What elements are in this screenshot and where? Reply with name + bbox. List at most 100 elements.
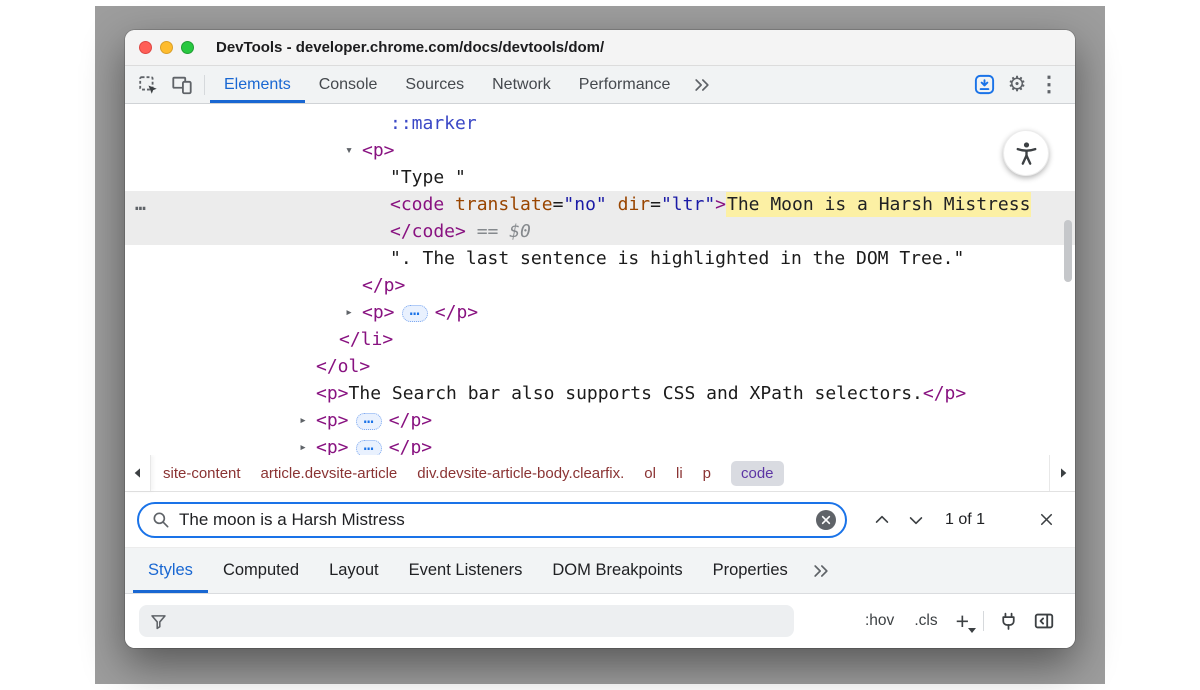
dom-tree-row[interactable]: ▸<p>…</p>	[125, 299, 1075, 326]
dom-tree-row[interactable]: "Type "	[125, 164, 1075, 191]
tab-performance[interactable]: Performance	[565, 66, 685, 103]
dom-token-tag: <code	[390, 194, 444, 215]
sidebar-tab-event-listeners[interactable]: Event Listeners	[394, 548, 538, 593]
dock-side-icon[interactable]	[967, 73, 1001, 96]
sidebar-tab-styles[interactable]: Styles	[133, 548, 208, 593]
styles-filter-bar: :hov .cls +	[125, 594, 1075, 648]
inspect-icon[interactable]	[131, 66, 165, 103]
tab-elements[interactable]: Elements	[210, 66, 305, 103]
dom-token-tag: </p>	[923, 383, 966, 404]
dom-token-tag: </code>	[390, 221, 466, 242]
breadcrumb-item-site-content[interactable]: site-content	[163, 465, 241, 482]
dom-token-tag: </ol>	[316, 356, 370, 377]
chevron-up-icon[interactable]	[865, 503, 899, 537]
clear-circle-icon[interactable]	[816, 510, 836, 530]
more-tabs-chevron-icon[interactable]	[684, 66, 720, 103]
dom-tree-row[interactable]: </ol>	[125, 353, 1075, 380]
minimize-window-button[interactable]	[160, 41, 173, 54]
dom-node-text: <p>…</p>	[125, 407, 1075, 434]
filter-divider	[983, 611, 984, 631]
breadcrumb-item-ol[interactable]: ol	[644, 465, 656, 482]
disclosure-triangle-closed-icon[interactable]: ▸	[294, 434, 312, 455]
dom-token-text: =	[650, 194, 661, 215]
plug-icon[interactable]	[991, 604, 1025, 638]
dom-tree-panel: ::marker▾<p>"Type "…<code translate="no"…	[125, 104, 1075, 455]
toggle-element-state-button[interactable]: :hov	[856, 606, 903, 636]
close-window-button[interactable]	[139, 41, 152, 54]
expand-ellipsis-icon[interactable]: …	[402, 305, 428, 322]
new-style-rule-button[interactable]: +	[949, 611, 976, 631]
dom-tree: ::marker▾<p>"Type "…<code translate="no"…	[125, 110, 1075, 455]
dom-tree-row[interactable]: <p>The Search bar also supports CSS and …	[125, 380, 1075, 407]
chevron-down-icon[interactable]	[899, 503, 933, 537]
dom-token-val: "no"	[563, 194, 606, 215]
dom-node-text: <p>…</p>	[125, 434, 1075, 455]
panel-tabs: ElementsConsoleSourcesNetworkPerformance	[210, 66, 684, 103]
dom-tree-row[interactable]: </p>	[125, 272, 1075, 299]
dom-tree-row[interactable]: </code> == $0	[125, 218, 1075, 245]
styles-filter-field[interactable]	[139, 605, 794, 637]
dom-tree-row[interactable]: </li>	[125, 326, 1075, 353]
disclosure-triangle-closed-icon[interactable]: ▸	[340, 299, 358, 326]
dom-tree-row[interactable]: ::marker	[125, 110, 1075, 137]
sidebar-tab-layout[interactable]: Layout	[314, 548, 394, 593]
dom-token-tag: <p>	[316, 410, 349, 431]
close-icon[interactable]	[1029, 503, 1063, 537]
dom-token-tag: </p>	[435, 302, 478, 323]
dom-node-text: <p>…</p>	[125, 299, 1075, 326]
settings-gear-icon[interactable]: ⚙	[1001, 72, 1033, 97]
styles-filter-input[interactable]	[176, 613, 784, 630]
dom-tree-row[interactable]: …<code translate="no" dir="ltr">The Moon…	[125, 191, 1075, 218]
breadcrumb-item-article-devsite-article[interactable]: article.devsite-article	[261, 465, 398, 482]
sidebar-tab-dom-breakpoints[interactable]: DOM Breakpoints	[537, 548, 697, 593]
element-classes-button[interactable]: .cls	[905, 606, 946, 636]
breadcrumb-item-code[interactable]: code	[731, 461, 784, 486]
scrollbar-thumb[interactable]	[1064, 220, 1072, 282]
dom-token-attr: dir	[607, 194, 650, 215]
chevron-left-icon[interactable]	[125, 455, 151, 491]
expand-ellipsis-icon[interactable]: …	[356, 413, 382, 430]
kebab-menu-icon[interactable]: ⋮	[1033, 72, 1065, 97]
dom-node-text: </li>	[125, 326, 1075, 353]
expand-ellipsis-icon[interactable]: …	[356, 440, 382, 456]
dom-token-tag: </li>	[339, 329, 393, 350]
dom-tree-row[interactable]: ▸<p>…</p>	[125, 434, 1075, 455]
sidebar-more-tabs-chevron-icon[interactable]	[803, 548, 839, 593]
funnel-icon	[149, 612, 168, 631]
dom-token-metaItalic: $0	[509, 221, 531, 242]
devtools-window: DevTools - developer.chrome.com/docs/dev…	[125, 30, 1075, 648]
sidebar-tab-properties[interactable]: Properties	[698, 548, 803, 593]
overflow-dots-icon[interactable]: …	[135, 191, 147, 218]
breadcrumb: site-content article.devsite-article div.d…	[151, 461, 1049, 486]
dom-token-val: "ltr"	[661, 194, 715, 215]
dom-tree-row[interactable]: ▸<p>…</p>	[125, 407, 1075, 434]
zoom-window-button[interactable]	[181, 41, 194, 54]
window-title: DevTools - developer.chrome.com/docs/dev…	[216, 39, 604, 56]
breadcrumb-item-p[interactable]: p	[703, 465, 711, 482]
accessibility-person-icon[interactable]	[1003, 130, 1049, 176]
dom-node-text: </code> == $0	[125, 218, 1075, 245]
dom-node-text: <code translate="no" dir="ltr">The Moon …	[125, 191, 1075, 218]
breadcrumb-item-li[interactable]: li	[676, 465, 683, 482]
search-input[interactable]	[179, 510, 808, 530]
dom-tree-row[interactable]: ▾<p>	[125, 137, 1075, 164]
sidebar-tab-computed[interactable]: Computed	[208, 548, 314, 593]
toolbar-right-icons: ⚙ ⋮	[967, 66, 1075, 103]
dom-token-tag: <p>	[362, 140, 395, 161]
toolbar-divider	[204, 75, 205, 95]
tab-network[interactable]: Network	[478, 66, 565, 103]
vertical-scrollbar[interactable]	[1063, 110, 1073, 449]
tab-sources[interactable]: Sources	[391, 66, 478, 103]
dom-token-meta: ==	[466, 221, 509, 242]
disclosure-triangle-closed-icon[interactable]: ▸	[294, 407, 312, 434]
plus-dropdown-caret-icon	[968, 628, 976, 633]
sidebar-toggle-icon[interactable]	[1027, 604, 1061, 638]
disclosure-triangle-open-icon[interactable]: ▾	[340, 137, 358, 164]
breadcrumb-item-div-devsite-article-body-clearfix[interactable]: div.devsite-article-body.clearfix.	[417, 465, 624, 482]
chevron-right-icon[interactable]	[1049, 455, 1075, 491]
search-input-box[interactable]	[137, 502, 847, 538]
dom-tree-row[interactable]: ". The last sentence is highlighted in t…	[125, 245, 1075, 272]
tab-console[interactable]: Console	[305, 66, 392, 103]
dom-token-tag: <p>	[316, 437, 349, 455]
device-toolbar-icon[interactable]	[165, 66, 199, 103]
